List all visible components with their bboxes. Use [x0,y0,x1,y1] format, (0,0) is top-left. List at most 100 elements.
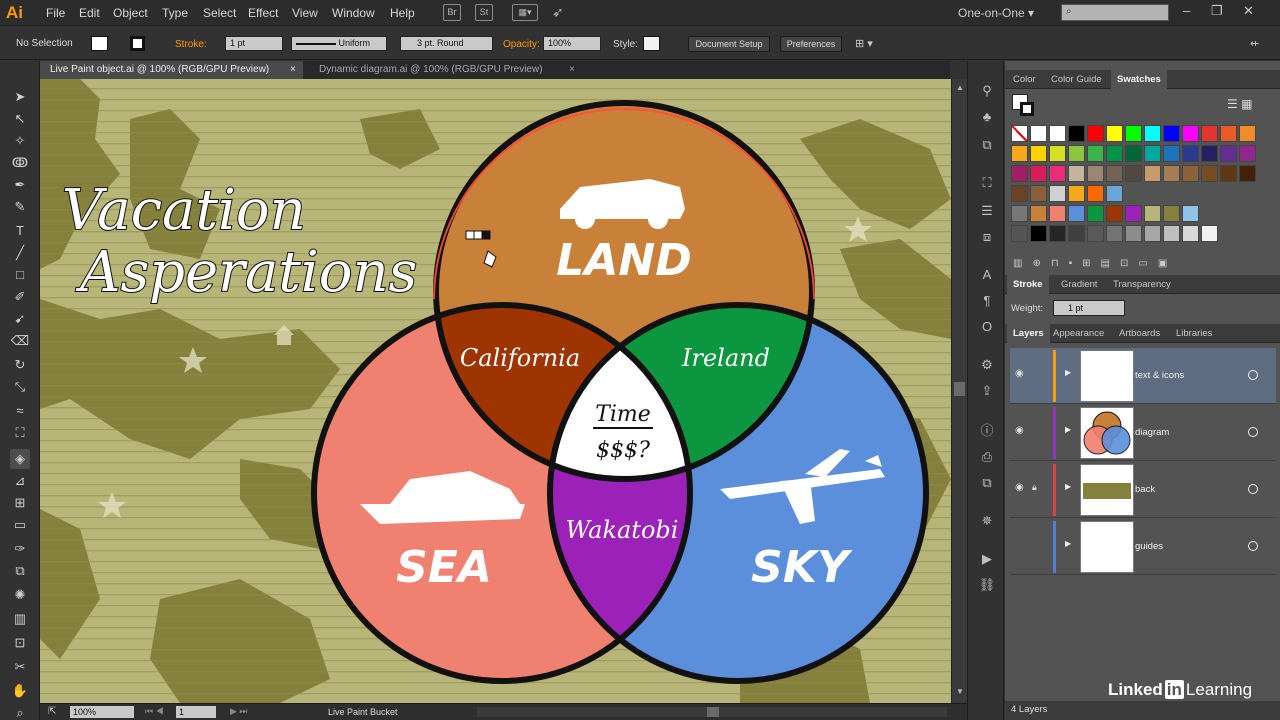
color-swatch[interactable] [1049,125,1066,142]
color-swatch[interactable] [1125,225,1142,242]
export-icon[interactable]: ⇱ [48,706,56,717]
close-tab-icon[interactable]: × [290,61,296,79]
color-swatch[interactable] [1011,145,1028,162]
color-swatch[interactable] [1106,185,1123,202]
fill-swatch[interactable] [91,36,108,51]
gradient-tool-icon[interactable]: ▭ [10,515,30,535]
stroke-weight-field[interactable]: 1 pt [225,36,283,51]
color-swatch[interactable] [1220,125,1237,142]
color-swatch[interactable] [1125,205,1142,222]
tab-libraries[interactable]: Libraries [1170,324,1218,343]
restore-icon[interactable]: ❐ [1211,3,1223,19]
zoom-tool-icon[interactable]: ⌕ [10,703,30,720]
color-swatch[interactable] [1030,125,1047,142]
variables-panel-icon[interactable]: ⛓ [977,575,997,595]
color-swatch[interactable] [1068,205,1085,222]
pen-tool-icon[interactable]: ✒ [10,175,30,195]
tab-transparency[interactable]: Transparency [1107,275,1177,294]
opacity-field[interactable]: 100% [543,36,601,51]
color-swatch[interactable] [1125,165,1142,182]
color-swatch[interactable] [1201,145,1218,162]
eraser-tool-icon[interactable]: ⌫ [10,331,30,351]
expand-layer-icon[interactable]: ▶ [1065,425,1071,434]
menu-file[interactable]: File [46,6,65,20]
color-swatch[interactable] [1049,205,1066,222]
bridge-icon[interactable]: Br [443,4,461,21]
color-swatch[interactable] [1106,225,1123,242]
artboard-prev-icon[interactable]: ⏮ ◀ [145,706,164,717]
vertical-scrollbar[interactable]: ▲ ▼ [951,79,967,703]
layer-row[interactable]: ◉ 🔒︎ ▶ back [1010,462,1276,518]
color-swatch[interactable] [1125,145,1142,162]
color-swatch[interactable] [1030,165,1047,182]
color-swatch[interactable] [1201,165,1218,182]
artboard-tool-icon[interactable]: ⊡ [10,633,30,653]
layer-row[interactable]: ▶ guides [1010,519,1276,575]
close-tab-icon[interactable]: × [569,61,575,79]
asset-export-icon[interactable]: ⇪ [977,381,997,401]
paintbrush-tool-icon[interactable]: ✐ [10,287,30,307]
character-panel-icon[interactable]: A [977,265,997,285]
stroke-swatch[interactable] [130,36,145,51]
color-swatch[interactable] [1068,125,1085,142]
color-swatch[interactable] [1239,165,1256,182]
properties-icon[interactable]: ⚙ [977,355,997,375]
color-swatch[interactable] [1182,125,1199,142]
color-swatch[interactable] [1125,125,1142,142]
horizontal-scrollbar[interactable] [477,707,947,717]
color-swatch[interactable] [1144,165,1161,182]
color-swatch[interactable] [1106,125,1123,142]
color-swatch[interactable] [1087,165,1104,182]
rotate-tool-icon[interactable]: ↻ [10,355,30,375]
menu-object[interactable]: Object [113,6,148,20]
graphic-styles-icon[interactable]: ⧉ [977,135,997,155]
color-swatch[interactable] [1068,165,1085,182]
tab-color-guide[interactable]: Color Guide [1045,70,1108,89]
paragraph-panel-icon[interactable]: ¶ [977,291,997,311]
color-swatch[interactable] [1011,125,1028,142]
align-options-icon[interactable]: ⊞ ▾ [855,37,873,50]
direct-selection-tool-icon[interactable]: ↖ [10,109,30,129]
tab-gradient[interactable]: Gradient [1055,275,1103,294]
menu-type[interactable]: Type [162,6,188,20]
transform-panel-icon[interactable]: ⛶ [977,173,997,193]
expand-layer-icon[interactable]: ▶ [1065,368,1071,377]
tab-layers[interactable]: Layers [1007,324,1050,343]
zoom-field[interactable]: 100% [70,706,134,718]
swatch-footer-icons[interactable]: ▥⊕⊓▪⊞▤⊡▭▣ [1013,258,1273,269]
color-swatch[interactable] [1220,145,1237,162]
weight-field[interactable]: 1 pt [1053,300,1125,316]
color-swatch[interactable] [1068,145,1085,162]
color-swatch[interactable] [1068,185,1085,202]
color-swatch[interactable] [1182,205,1199,222]
color-swatch[interactable] [1182,225,1199,242]
list-view-icon[interactable]: ☰ ▦ [1227,97,1252,111]
line-tool-icon[interactable]: ╱ [10,243,30,263]
tab-live-paint[interactable]: Live Paint object.ai @ 100% (RGB/GPU Pre… [40,61,303,79]
color-swatch[interactable] [1163,225,1180,242]
document-setup-button[interactable]: Document Setup [688,36,770,52]
document-info-icon[interactable]: ⎙ [977,447,997,467]
artboard-number-field[interactable]: 1 [176,706,216,718]
color-swatch[interactable] [1049,165,1066,182]
pathfinder-panel-icon[interactable]: ⧈ [977,227,997,247]
color-swatch[interactable] [1106,145,1123,162]
stroke-label[interactable]: Stroke: [175,39,207,50]
horizontal-scroll-thumb[interactable] [707,707,719,717]
lasso-tool-icon[interactable]: ↂ [10,153,30,173]
align-panel-icon[interactable]: ☰ [977,201,997,221]
artboard-next-icon[interactable]: ▶ ⏭ [230,706,248,717]
color-swatch[interactable] [1239,125,1256,142]
color-swatch[interactable] [1163,165,1180,182]
color-swatch[interactable] [1011,205,1028,222]
free-transform-tool-icon[interactable]: ⛶ [10,423,30,443]
scale-tool-icon[interactable]: ⤡ [10,377,30,397]
color-swatch[interactable] [1220,165,1237,182]
scroll-up-icon[interactable]: ▲ [956,83,964,92]
color-swatch[interactable] [1068,225,1085,242]
color-swatch[interactable] [1030,205,1047,222]
menu-effect[interactable]: Effect [248,6,278,20]
opacity-label[interactable]: Opacity: [503,39,540,50]
expand-layer-icon[interactable]: ▶ [1065,539,1071,548]
rectangle-tool-icon[interactable]: □ [10,265,30,285]
